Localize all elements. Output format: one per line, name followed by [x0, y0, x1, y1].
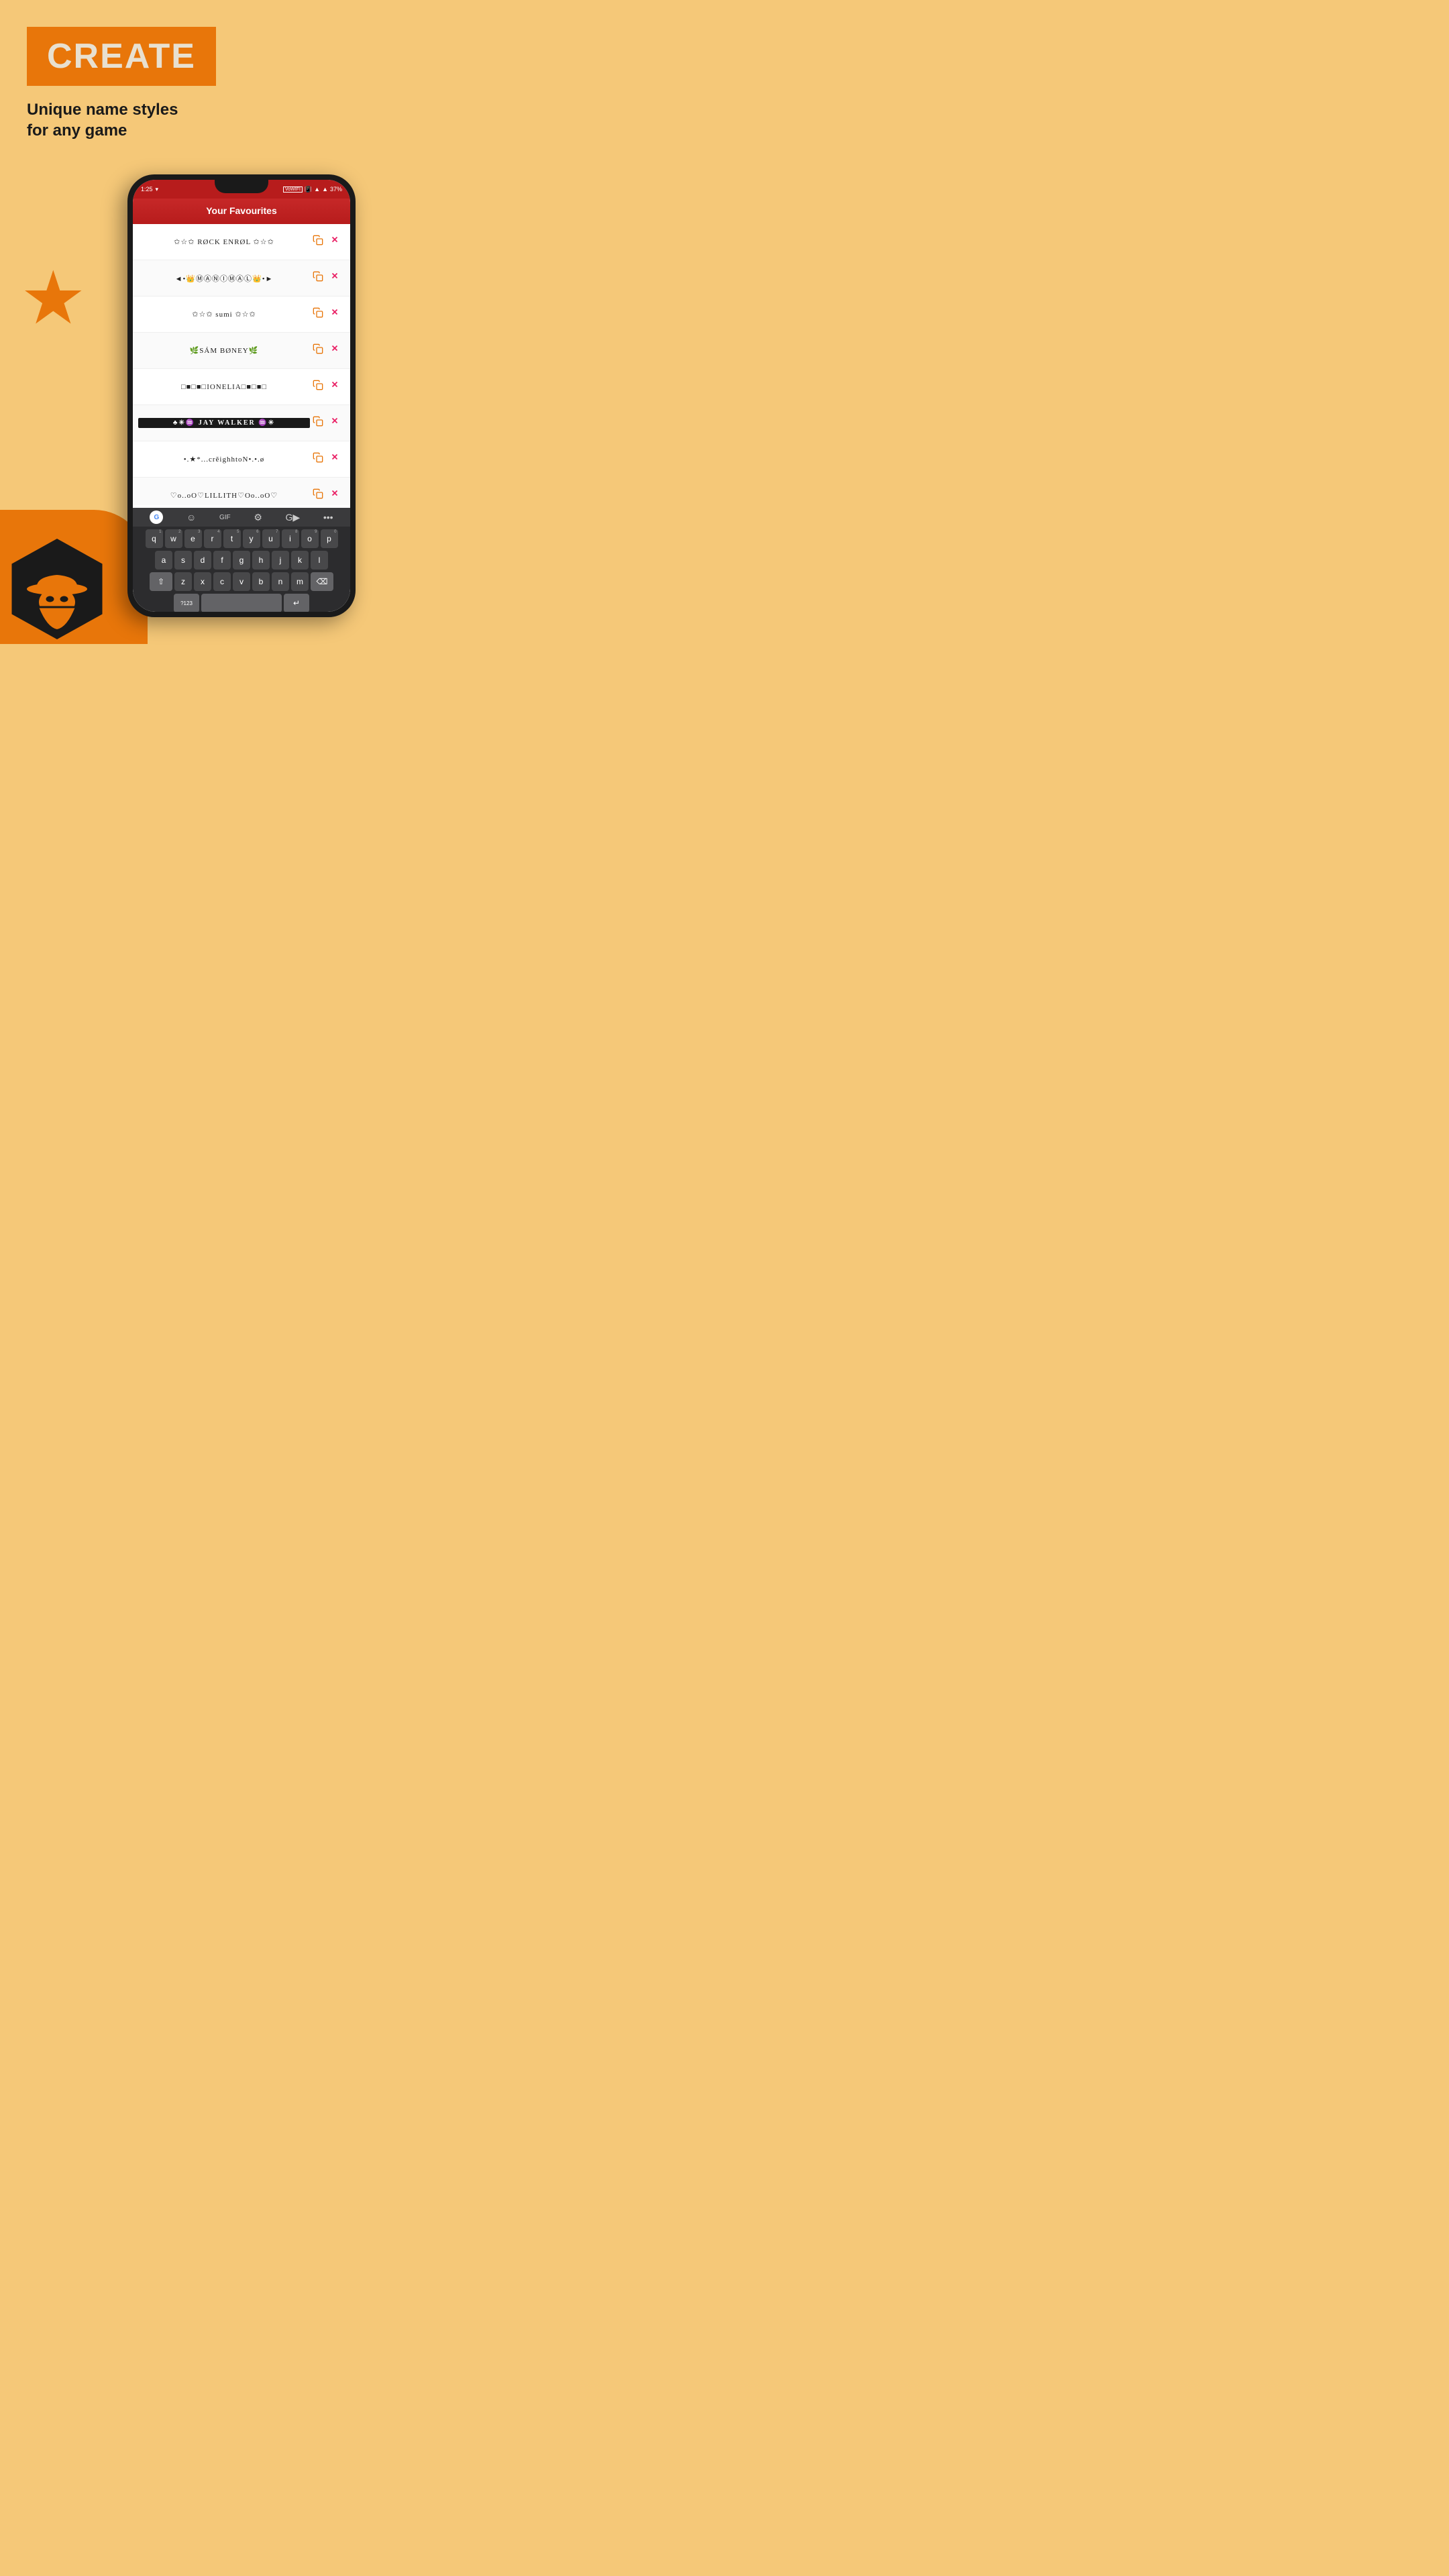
copy-button[interactable]	[313, 235, 327, 250]
fav-name-text: 🌿SÁM BØNEY🌿	[138, 343, 310, 358]
keyboard-bottom-row: ?123 ↵	[136, 594, 347, 612]
keyboard-rows: q1w2e3r4t5y6u7i8o9p0 asdfghjkl ⇧zxcvbnm⌫ ?1…	[133, 527, 350, 612]
translate-icon[interactable]: G▶	[286, 512, 301, 523]
copy-button[interactable]	[313, 271, 327, 286]
key-r[interactable]: r4	[204, 529, 221, 548]
key-m[interactable]: m	[291, 572, 309, 591]
star-decoration: ★	[20, 262, 87, 335]
gif-label[interactable]: GIF	[219, 514, 231, 521]
shift-key[interactable]: ⇧	[150, 572, 172, 591]
keyboard-row: asdfghjkl	[136, 551, 347, 570]
key-n[interactable]: n	[272, 572, 289, 591]
copy-button[interactable]	[313, 416, 327, 431]
emoji-icon[interactable]: ☺	[186, 512, 196, 523]
battery-label: 37%	[330, 186, 342, 193]
key-u[interactable]: u7	[262, 529, 280, 548]
list-item[interactable]: 🌿SÁM BØNEY🌿	[133, 333, 350, 369]
vowifi-label: VoWIFI	[283, 186, 303, 193]
app-header: Your Favourites	[133, 199, 350, 224]
delete-button[interactable]	[330, 343, 345, 358]
key-p[interactable]: p0	[321, 529, 338, 548]
dropdown-icon: ▾	[156, 186, 159, 193]
list-item[interactable]: ✩☆✩ sumi ✩☆✩	[133, 297, 350, 333]
wifi-icon: ▲	[314, 186, 320, 193]
key-x[interactable]: x	[194, 572, 211, 591]
settings-icon[interactable]: ⚙	[254, 512, 262, 523]
key-l[interactable]: l	[311, 551, 328, 570]
fav-name-text: ◄•👑ⓂⒶⓃⒾⓂⒶⓁ👑•►	[138, 270, 310, 286]
key-d[interactable]: d	[194, 551, 211, 570]
fav-name-text: ♣✳♒ JAY WALKER ♒✳	[138, 418, 310, 428]
fav-name-text: □■□■□IONELIA□■□■□	[138, 380, 310, 394]
key-k[interactable]: k	[291, 551, 309, 570]
enter-key[interactable]: ↵	[284, 594, 309, 612]
delete-button[interactable]	[330, 380, 345, 394]
signal-icon: ▲	[322, 186, 328, 193]
fav-name-text: ✩☆✩ RØCK ENRØL ✩☆✩	[138, 235, 310, 249]
copy-button[interactable]	[313, 488, 327, 503]
create-label: CREATE	[47, 37, 196, 76]
key-t[interactable]: t5	[223, 529, 241, 548]
key-o[interactable]: o9	[301, 529, 319, 548]
phone-frame: 1:25 ▾ VoWIFI 📳 ▲ ▲ 37% Your Favourites …	[127, 174, 356, 617]
list-item[interactable]: ✩☆✩ RØCK ENRØL ✩☆✩	[133, 224, 350, 260]
key-i[interactable]: i8	[282, 529, 299, 548]
key-h[interactable]: h	[252, 551, 270, 570]
fav-name-text: ♡o..oO♡LILLITH♡Oo..oO♡	[138, 488, 310, 502]
delete-button[interactable]	[330, 271, 345, 286]
vibrate-icon: 📳	[305, 186, 312, 193]
delete-button[interactable]	[330, 416, 345, 431]
key-s[interactable]: s	[174, 551, 192, 570]
keyboard-area: G ☺ GIF ⚙ G▶ ••• q1w2e3r4t5y6u7i8o9p0 asd…	[133, 508, 350, 612]
delete-button[interactable]	[330, 488, 345, 503]
copy-button[interactable]	[313, 343, 327, 358]
phone-mockup: 1:25 ▾ VoWIFI 📳 ▲ ▲ 37% Your Favourites …	[127, 174, 369, 631]
more-icon[interactable]: •••	[323, 512, 333, 523]
app-header-title: Your Favourites	[206, 205, 277, 216]
fav-name-text: •.★*...crěighhtoN•.•.ø	[138, 452, 310, 466]
keyboard-row: q1w2e3r4t5y6u7i8o9p0	[136, 529, 347, 548]
list-item[interactable]: ◄•👑ⓂⒶⓃⒾⓂⒶⓁ👑•►	[133, 260, 350, 297]
status-time: 1:25	[141, 186, 153, 193]
space-key[interactable]	[201, 594, 282, 612]
key-y[interactable]: y6	[243, 529, 260, 548]
favourites-list: ✩☆✩ RØCK ENRØL ✩☆✩ ◄•👑ⓂⒶⓃⒾⓂⒶⓁ👑•► ✩☆✩ sumi …	[133, 224, 350, 505]
status-left: 1:25 ▾	[141, 186, 158, 193]
key-c[interactable]: c	[213, 572, 231, 591]
keyboard-row: ⇧zxcvbnm⌫	[136, 572, 347, 591]
delete-button[interactable]	[330, 452, 345, 467]
key-e[interactable]: e3	[184, 529, 202, 548]
list-item[interactable]: □■□■□IONELIA□■□■□	[133, 369, 350, 405]
google-icon[interactable]: G	[150, 511, 163, 524]
delete-button[interactable]	[330, 307, 345, 322]
key-q[interactable]: q1	[146, 529, 163, 548]
app-logo	[7, 537, 107, 637]
status-right: VoWIFI 📳 ▲ ▲ 37%	[283, 186, 342, 193]
key-j[interactable]: j	[272, 551, 289, 570]
key-a[interactable]: a	[155, 551, 172, 570]
copy-button[interactable]	[313, 380, 327, 394]
list-item[interactable]: ♣✳♒ JAY WALKER ♒✳	[133, 405, 350, 441]
create-badge: CREATE	[27, 27, 216, 86]
list-item[interactable]: •.★*...crěighhtoN•.•.ø	[133, 441, 350, 478]
keyboard-toolbar: G ☺ GIF ⚙ G▶ •••	[133, 508, 350, 527]
phone-screen: 1:25 ▾ VoWIFI 📳 ▲ ▲ 37% Your Favourites …	[133, 180, 350, 612]
copy-button[interactable]	[313, 452, 327, 467]
delete-button[interactable]	[330, 235, 345, 250]
list-item[interactable]: ♡o..oO♡LILLITH♡Oo..oO♡	[133, 478, 350, 505]
key-b[interactable]: b	[252, 572, 270, 591]
key-v[interactable]: v	[233, 572, 250, 591]
subtitle: Unique name styles for any game	[27, 99, 335, 141]
copy-button[interactable]	[313, 307, 327, 322]
key-z[interactable]: z	[174, 572, 192, 591]
key-g[interactable]: g	[233, 551, 250, 570]
phone-notch	[215, 180, 268, 193]
backspace-key[interactable]: ⌫	[311, 572, 333, 591]
top-section: CREATE Unique name styles for any game	[0, 0, 362, 161]
key-w[interactable]: w2	[165, 529, 182, 548]
key-f[interactable]: f	[213, 551, 231, 570]
fav-name-text: ✩☆✩ sumi ✩☆✩	[138, 307, 310, 321]
symbol-key[interactable]: ?123	[174, 594, 199, 612]
